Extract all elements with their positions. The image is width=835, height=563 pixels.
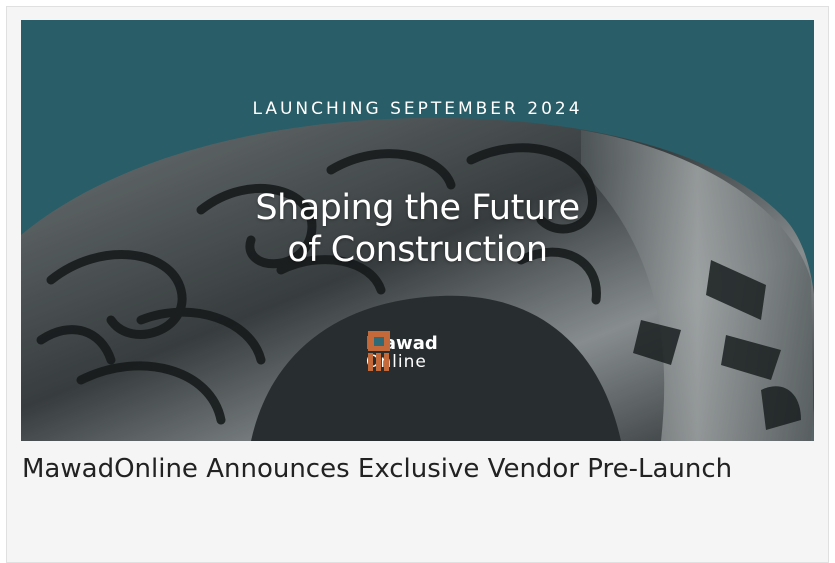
- article-title-link[interactable]: MawadOnline Announces Exclusive Vendor P…: [22, 448, 782, 491]
- mawad-online-logo: Mawad Online: [366, 329, 438, 377]
- banner-headline-line1: Shaping the Future: [255, 188, 580, 228]
- launch-date-tagline: LAUNCHING SEPTEMBER 2024: [252, 99, 583, 119]
- article-card[interactable]: LAUNCHING SEPTEMBER 2024 Shaping the Fut…: [6, 6, 829, 563]
- article-banner-image[interactable]: LAUNCHING SEPTEMBER 2024 Shaping the Fut…: [21, 20, 814, 441]
- mawad-logo-mark-icon: [368, 331, 390, 371]
- banner-headline-line2: of Construction: [287, 230, 548, 270]
- banner-headline: Shaping the Future of Construction: [21, 187, 814, 271]
